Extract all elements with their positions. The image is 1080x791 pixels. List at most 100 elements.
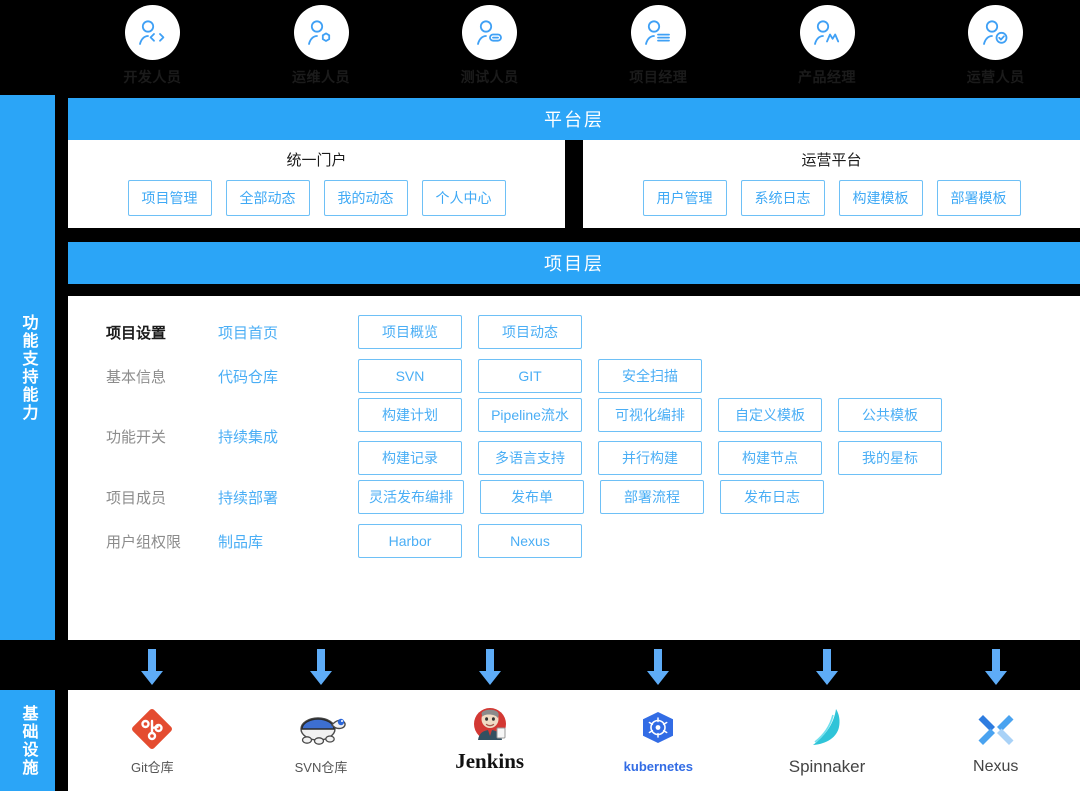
infrastructure-item-label: Spinnaker: [788, 756, 866, 776]
roles-row: 开发人员 运维人员 测试人员 项目经理 产品经理 运营人员: [68, 0, 1080, 95]
role-3: 测试人员: [405, 0, 574, 95]
feature-button[interactable]: 项目动态: [478, 315, 582, 349]
feature-button[interactable]: 并行构建: [598, 441, 702, 475]
role-4: 项目经理: [574, 0, 743, 95]
portal-chip-1[interactable]: 项目管理: [127, 180, 212, 216]
feature-button[interactable]: 多语言支持: [478, 441, 582, 475]
tortoise-svn-logo: [291, 705, 351, 753]
project-row-features: SVN GIT 安全扫描: [358, 359, 1080, 393]
ops-chip-1[interactable]: 用户管理: [642, 180, 727, 216]
arrows-row: [68, 644, 1080, 690]
project-row-capability-label: 基本信息: [106, 368, 167, 386]
role-5: 产品经理: [743, 0, 912, 95]
feature-button[interactable]: 发布日志: [720, 480, 824, 514]
infrastructure-item: SVN仓库: [237, 690, 406, 791]
role-6: 运营人员: [911, 0, 1080, 95]
infrastructure-item: kubernetes: [574, 690, 743, 791]
user-list-icon: [630, 5, 686, 60]
feature-button[interactable]: 公共模板: [838, 398, 942, 432]
feature-button[interactable]: Pipeline流水: [478, 398, 582, 432]
user-check-icon: [968, 5, 1024, 60]
role-label: 项目经理: [629, 69, 688, 85]
role-2: 运维人员: [237, 0, 406, 95]
platform-layer-title: 平台层: [68, 98, 1080, 140]
ops-chip-4[interactable]: 部署模板: [936, 180, 1021, 216]
user-bug-icon: [462, 5, 518, 60]
feature-button[interactable]: 构建记录: [358, 441, 462, 475]
arrow-down-icon: [478, 649, 501, 685]
feature-button[interactable]: 自定义模板: [718, 398, 822, 432]
feature-button[interactable]: Harbor: [358, 524, 462, 558]
project-row-module-label[interactable]: 项目首页: [218, 322, 358, 343]
feature-button[interactable]: SVN: [358, 359, 462, 393]
role-label: 测试人员: [460, 69, 519, 85]
feature-button[interactable]: 项目概览: [358, 315, 462, 349]
user-gear-icon: [293, 5, 349, 60]
project-row-features: 项目概览 项目动态: [358, 315, 1080, 349]
arrow-cell: [911, 644, 1080, 690]
feature-button[interactable]: 部署流程: [600, 480, 704, 514]
project-row: 用户组权限 制品库 Harbor Nexus: [68, 519, 1080, 563]
infrastructure-item-label: Jenkins: [455, 749, 525, 773]
portal-chip-4[interactable]: 个人中心: [421, 180, 506, 216]
user-chart-icon: [799, 5, 855, 60]
role-label: 产品经理: [798, 69, 857, 85]
infrastructure-item-label: SVN仓库: [294, 760, 348, 775]
panel-unified-portal-title: 统一门户: [286, 152, 347, 169]
arrow-down-icon: [310, 649, 332, 685]
jenkins-logo: [468, 707, 512, 747]
feature-button[interactable]: Nexus: [478, 524, 582, 558]
kubernetes-logo: [637, 707, 679, 755]
feature-button[interactable]: 发布单: [480, 480, 584, 514]
feature-button[interactable]: GIT: [478, 359, 582, 393]
project-row-module-label[interactable]: 代码仓库: [218, 366, 358, 387]
rail-capability-label: 功能支持能力: [19, 313, 37, 422]
arrow-down-icon: [647, 649, 670, 685]
panel-operations-platform: 运营平台 用户管理 系统日志 构建模板 部署模板: [583, 140, 1080, 228]
project-row-module-label[interactable]: 制品库: [218, 531, 358, 552]
feature-button[interactable]: 可视化编排: [598, 398, 702, 432]
project-row-features: Harbor Nexus: [358, 524, 1080, 558]
feature-button[interactable]: 构建计划: [358, 398, 462, 432]
feature-button[interactable]: 灵活发布编排: [358, 480, 464, 514]
project-row-module-label[interactable]: 持续部署: [218, 487, 358, 508]
project-layer-body: 项目设置 项目首页 项目概览 项目动态 基本信息 代码仓库 SVN GIT 安全扫描 功能开关 持续…: [68, 296, 1080, 640]
feature-button[interactable]: 构建节点: [718, 441, 822, 475]
rail-infrastructure: 基础设施: [0, 690, 55, 791]
feature-line: 灵活发布编排 发布单 部署流程 发布日志: [358, 480, 1080, 514]
project-row-module-label[interactable]: 持续集成: [218, 426, 358, 447]
portal-chip-2[interactable]: 全部动态: [225, 180, 310, 216]
arrow-cell: [743, 644, 912, 690]
spinnaker-logo: [802, 705, 852, 753]
arrow-cell: [237, 644, 406, 690]
arrow-down-icon: [141, 649, 164, 685]
panel-operations-platform-title: 运营平台: [801, 152, 862, 169]
feature-button[interactable]: 我的星标: [838, 441, 942, 475]
platform-panels: 统一门户 项目管理 全部动态 我的动态 个人中心 运营平台 用户管理 系统日志 构建模板部…: [68, 140, 1080, 228]
architecture-diagram: 开发人员 运维人员 测试人员 项目经理 产品经理 运营人员 功能支持能力 基础设施 平台层…: [0, 0, 1080, 791]
role-1: 开发人员: [68, 0, 237, 95]
role-label: 运营人员: [966, 69, 1025, 85]
portal-chip-3[interactable]: 我的动态: [323, 180, 408, 216]
feature-line: SVN GIT 安全扫描: [358, 359, 1080, 393]
feature-line: Harbor Nexus: [358, 524, 1080, 558]
arrow-cell: [68, 644, 237, 690]
arrow-down-icon: [984, 649, 1007, 685]
feature-line: 构建记录 多语言支持 并行构建 构建节点 我的星标: [358, 441, 1080, 475]
project-row: 项目设置 项目首页 项目概览 项目动态: [68, 310, 1080, 354]
feature-button[interactable]: 安全扫描: [598, 359, 702, 393]
arrow-cell: [405, 644, 574, 690]
project-row: 基本信息 代码仓库 SVN GIT 安全扫描: [68, 354, 1080, 398]
user-code-icon: [124, 5, 180, 60]
infrastructure-item: Spinnaker: [743, 690, 912, 791]
project-row-features: 灵活发布编排 发布单 部署流程 发布日志: [358, 480, 1080, 514]
infrastructure-item-label: kubernetes: [623, 759, 694, 774]
panel-unified-portal: 统一门户 项目管理 全部动态 我的动态 个人中心: [68, 140, 565, 228]
ops-chip-3[interactable]: 构建模板: [838, 180, 923, 216]
rail-capability: 功能支持能力: [0, 95, 55, 640]
project-row-capability-label: 项目成员: [106, 489, 167, 507]
project-row-capability-label: 功能开关: [106, 429, 167, 446]
arrow-cell: [574, 644, 743, 690]
panel-divider: [565, 140, 583, 228]
ops-chip-2[interactable]: 系统日志: [740, 180, 825, 216]
